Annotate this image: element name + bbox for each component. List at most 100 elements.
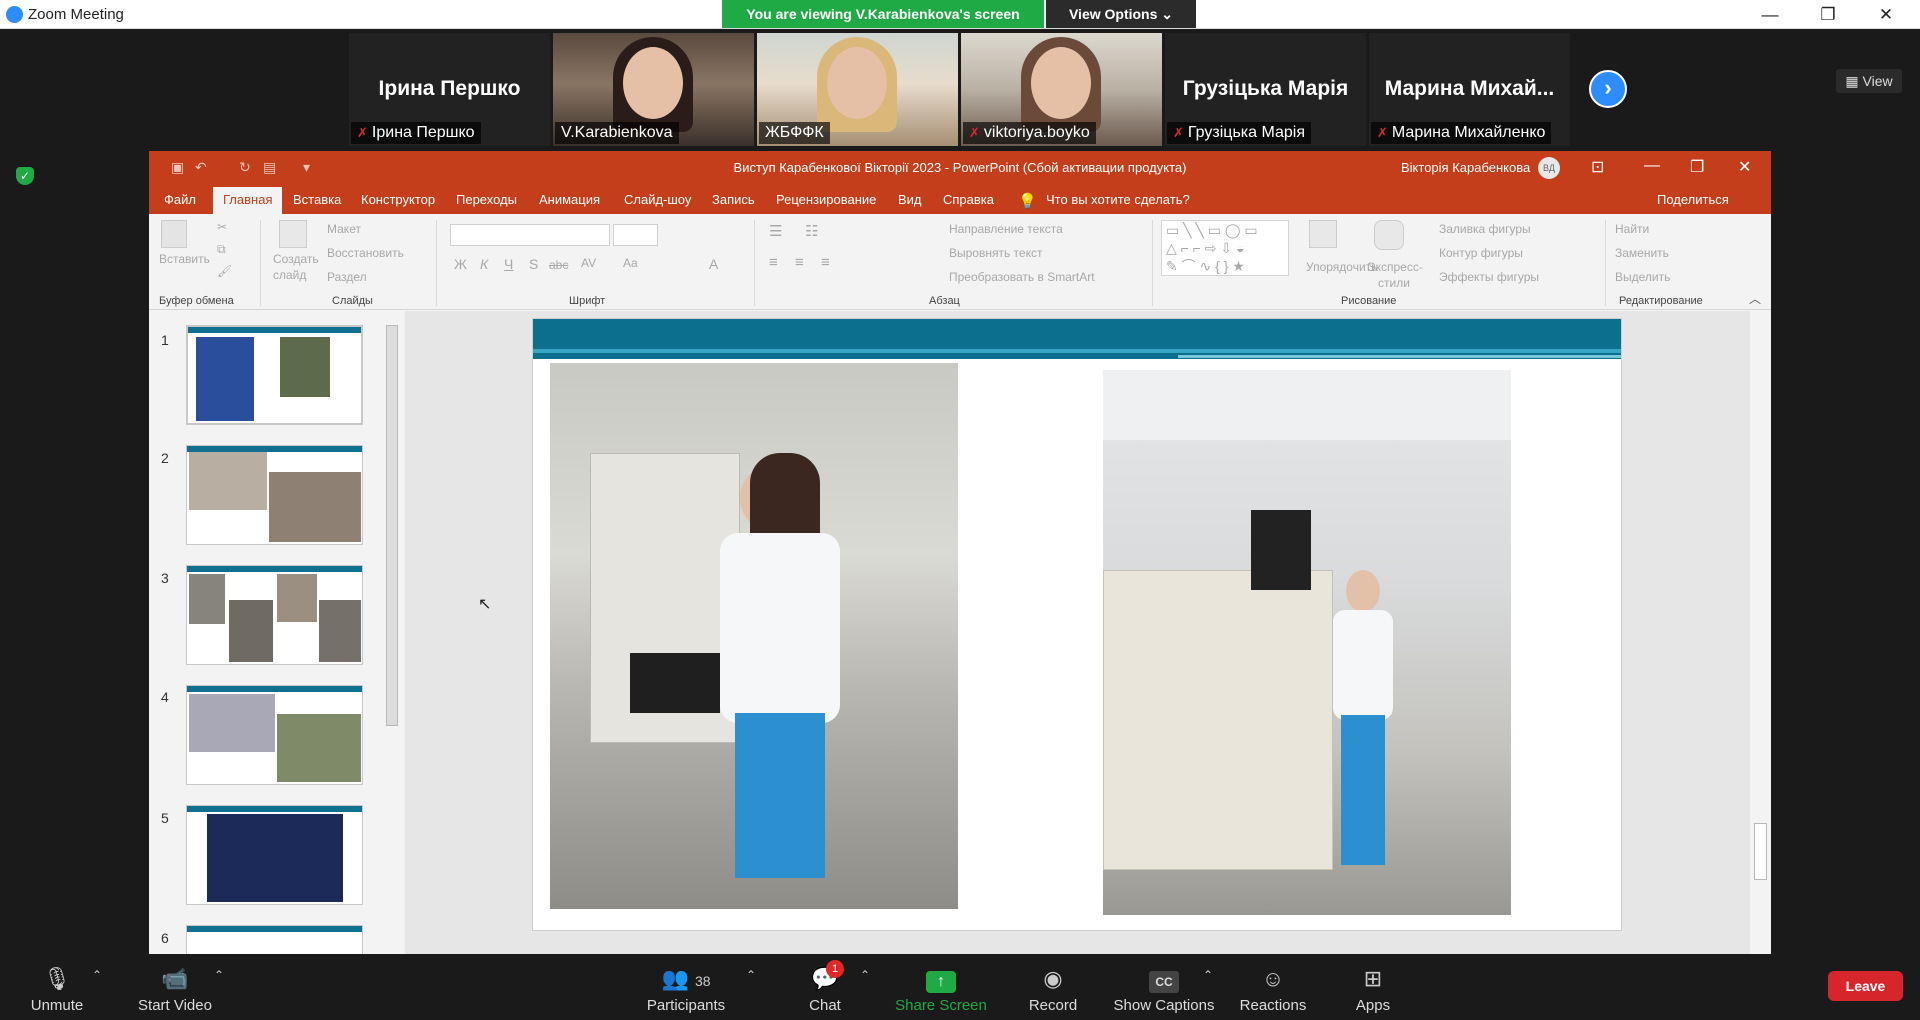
slide-thumbnail[interactable] <box>186 805 363 905</box>
view-layout-button[interactable]: ▦ View <box>1836 69 1902 93</box>
slide-photo-lab-left[interactable] <box>550 363 958 909</box>
participant-tile[interactable]: Марина Михай... ✗ Марина Михайленко <box>1369 33 1570 146</box>
encryption-shield-icon[interactable]: ✓ <box>16 167 34 185</box>
paste-button[interactable]: Вставить <box>159 252 210 266</box>
slide-scrollbar[interactable] <box>1750 311 1771 954</box>
new-slide-label-1[interactable]: Создать <box>273 252 319 266</box>
find-button[interactable]: Найти <box>1615 222 1649 236</box>
unmute-button[interactable]: 🎙 Unmute <box>22 964 92 1014</box>
participants-caret-icon[interactable]: ⌃ <box>746 968 756 982</box>
start-video-button[interactable]: 📹 Start Video <box>130 964 220 1014</box>
ribbon-display-icon[interactable]: ⊡ <box>1591 157 1604 177</box>
collapse-ribbon-icon[interactable]: ︿ <box>1749 290 1761 307</box>
cut-icon[interactable]: ✂ <box>217 220 227 234</box>
captions-caret-icon[interactable]: ⌃ <box>1203 968 1213 982</box>
bold-button[interactable]: Ж <box>454 256 467 272</box>
ppt-close-icon[interactable]: ✕ <box>1738 157 1751 177</box>
record-button[interactable]: ◉ Record <box>1025 964 1081 1014</box>
format-painter-icon[interactable]: 🖌 <box>217 264 232 278</box>
align-left-icon[interactable]: ≡ <box>769 254 778 271</box>
new-slide-icon[interactable] <box>279 220 307 248</box>
tab-record[interactable]: Запись <box>712 192 755 207</box>
tab-view[interactable]: Вид <box>898 192 922 207</box>
tab-help[interactable]: Справка <box>943 192 994 207</box>
slide-thumbnail[interactable] <box>186 925 363 954</box>
font-color-button[interactable]: A <box>709 256 718 272</box>
tell-me-search[interactable]: Что вы хотите сделать? <box>1046 192 1190 207</box>
user-avatar[interactable]: ВД <box>1538 157 1560 179</box>
video-options-caret-icon[interactable]: ⌃ <box>214 968 224 982</box>
select-button[interactable]: Выделить <box>1615 270 1670 284</box>
participant-video-tile[interactable]: V.Karabienkova <box>553 33 754 146</box>
next-page-arrow-icon[interactable]: › <box>1589 70 1627 108</box>
audio-options-caret-icon[interactable]: ⌃ <box>92 968 102 982</box>
tab-review[interactable]: Рецензирование <box>776 192 876 207</box>
apps-button[interactable]: ⊞ Apps <box>1348 964 1398 1014</box>
participants-button[interactable]: 👥 38 Participants <box>640 964 732 1014</box>
scrollbar-thumb[interactable] <box>1754 823 1767 880</box>
font-name-input[interactable] <box>450 224 610 246</box>
font-size-input[interactable] <box>613 224 658 246</box>
ppt-minimize-icon[interactable]: — <box>1644 157 1660 175</box>
align-text-button[interactable]: Выровнять текст <box>949 246 1042 260</box>
bullets-icon[interactable]: ☰ <box>769 222 782 240</box>
thumbnails-scrollbar[interactable] <box>383 311 401 954</box>
ppt-restore-icon[interactable]: ❐ <box>1690 157 1704 177</box>
quick-styles-label-1[interactable]: Экспресс- <box>1367 260 1423 274</box>
strikethrough-button[interactable]: abc <box>549 258 568 272</box>
chat-caret-icon[interactable]: ⌃ <box>860 968 870 982</box>
participant-video-tile[interactable]: ✗ viktoriya.boyko <box>961 33 1162 146</box>
leave-button[interactable]: Leave <box>1828 971 1903 1001</box>
participant-video-tile[interactable]: ЖБФФК <box>757 33 958 146</box>
arrange-icon[interactable] <box>1309 220 1337 248</box>
shadow-button[interactable]: S <box>529 256 538 272</box>
slide-thumbnail[interactable] <box>186 445 363 545</box>
slide-thumbnail[interactable] <box>186 565 363 665</box>
section-button[interactable]: Раздел <box>327 270 367 284</box>
ppt-user-name[interactable]: Вікторія Карабенкова <box>1401 160 1530 175</box>
participant-tile[interactable]: Грузіцька Марія ✗ Грузіцька Марія <box>1165 33 1366 146</box>
tab-slideshow[interactable]: Слайд-шоу <box>624 192 691 207</box>
italic-button[interactable]: К <box>480 256 488 272</box>
replace-button[interactable]: Заменить <box>1615 246 1669 260</box>
copy-icon[interactable]: ⧉ <box>217 242 226 257</box>
quick-styles-label-2[interactable]: стили <box>1378 276 1410 290</box>
align-center-icon[interactable]: ≡ <box>795 254 804 271</box>
text-direction-button[interactable]: Направление текста <box>949 222 1063 236</box>
close-window-button[interactable]: ✕ <box>1857 0 1915 29</box>
new-slide-label-2[interactable]: слайд <box>273 268 306 282</box>
shape-effects-button[interactable]: Эффекты фигуры <box>1439 270 1539 284</box>
minimize-button[interactable]: — <box>1741 0 1799 29</box>
shapes-gallery[interactable]: ▭ ╲ ╲ ▭ ◯ ▭ △ ⌐ ⌐ ⇨ ⇩ ◒ ✎ ⌒ ∿ { } ★ <box>1161 220 1289 276</box>
tab-animations[interactable]: Анимация <box>539 192 600 207</box>
slide-thumbnail[interactable] <box>186 325 363 425</box>
tab-design[interactable]: Конструктор <box>361 192 435 207</box>
reactions-button[interactable]: ☺ Reactions <box>1238 964 1308 1014</box>
tab-file[interactable]: Файл <box>164 192 196 207</box>
scrollbar-thumb[interactable] <box>386 325 398 726</box>
slide-thumbnail[interactable] <box>186 685 363 785</box>
restore-button[interactable]: ❐ <box>1799 0 1857 29</box>
tab-transitions[interactable]: Переходы <box>456 192 517 207</box>
tab-home[interactable]: Главная <box>213 187 283 214</box>
char-spacing-button[interactable]: AV <box>581 256 596 270</box>
shape-outline-button[interactable]: Контур фигуры <box>1439 246 1523 260</box>
layout-button[interactable]: Макет <box>327 222 361 236</box>
paste-icon[interactable] <box>161 220 187 248</box>
share-button[interactable]: Поделиться <box>1657 192 1729 207</box>
shape-fill-button[interactable]: Заливка фигуры <box>1439 222 1531 236</box>
quick-styles-icon[interactable] <box>1374 220 1404 250</box>
share-screen-button[interactable]: ↑ Share Screen <box>893 964 989 1014</box>
tab-insert[interactable]: Вставка <box>293 192 341 207</box>
view-options-button[interactable]: View Options ⌄ <box>1046 0 1196 28</box>
align-right-icon[interactable]: ≡ <box>821 254 830 271</box>
numbering-icon[interactable]: ☷ <box>805 222 818 240</box>
current-slide[interactable] <box>532 318 1622 931</box>
convert-smartart-button[interactable]: Преобразовать в SmartArt <box>949 270 1095 284</box>
participant-tile[interactable]: Ірина Першко ✗ Ірина Першко <box>349 33 550 146</box>
slide-photo-lab-right[interactable] <box>1103 370 1511 915</box>
change-case-button[interactable]: Aa <box>623 256 638 270</box>
slide-editing-canvas[interactable] <box>405 311 1750 954</box>
show-captions-button[interactable]: CC Show Captions <box>1111 964 1217 1014</box>
underline-button[interactable]: Ч <box>504 256 513 272</box>
